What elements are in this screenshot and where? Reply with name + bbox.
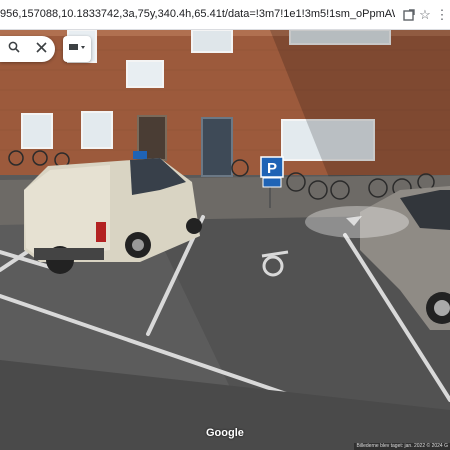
- more-icon[interactable]: ⋮: [433, 6, 450, 24]
- url-text[interactable]: 956,157088,10.1833742,3a,75y,340.4h,65.4…: [0, 8, 395, 20]
- parking-sign-letter: P: [267, 160, 277, 177]
- star-icon[interactable]: ☆: [416, 6, 434, 24]
- street-view-panorama[interactable]: P: [0, 30, 450, 450]
- search-pill: [0, 36, 55, 62]
- browser-url-bar: 956,157088,10.1833742,3a,75y,340.4h,65.4…: [0, 0, 450, 30]
- layers-icon: [68, 40, 86, 58]
- google-watermark: Google: [206, 427, 244, 439]
- image-date-text[interactable]: Billederne blev taget: jan. 2022: [356, 443, 425, 449]
- layers-button[interactable]: [63, 36, 91, 62]
- copyright-text: © 2024 G: [426, 443, 448, 449]
- close-icon[interactable]: [36, 40, 47, 58]
- search-icon[interactable]: [8, 40, 20, 58]
- image-date-footer: Billederne blev taget: jan. 2022 © 2024 …: [354, 443, 450, 450]
- street-view-image: P: [0, 30, 450, 450]
